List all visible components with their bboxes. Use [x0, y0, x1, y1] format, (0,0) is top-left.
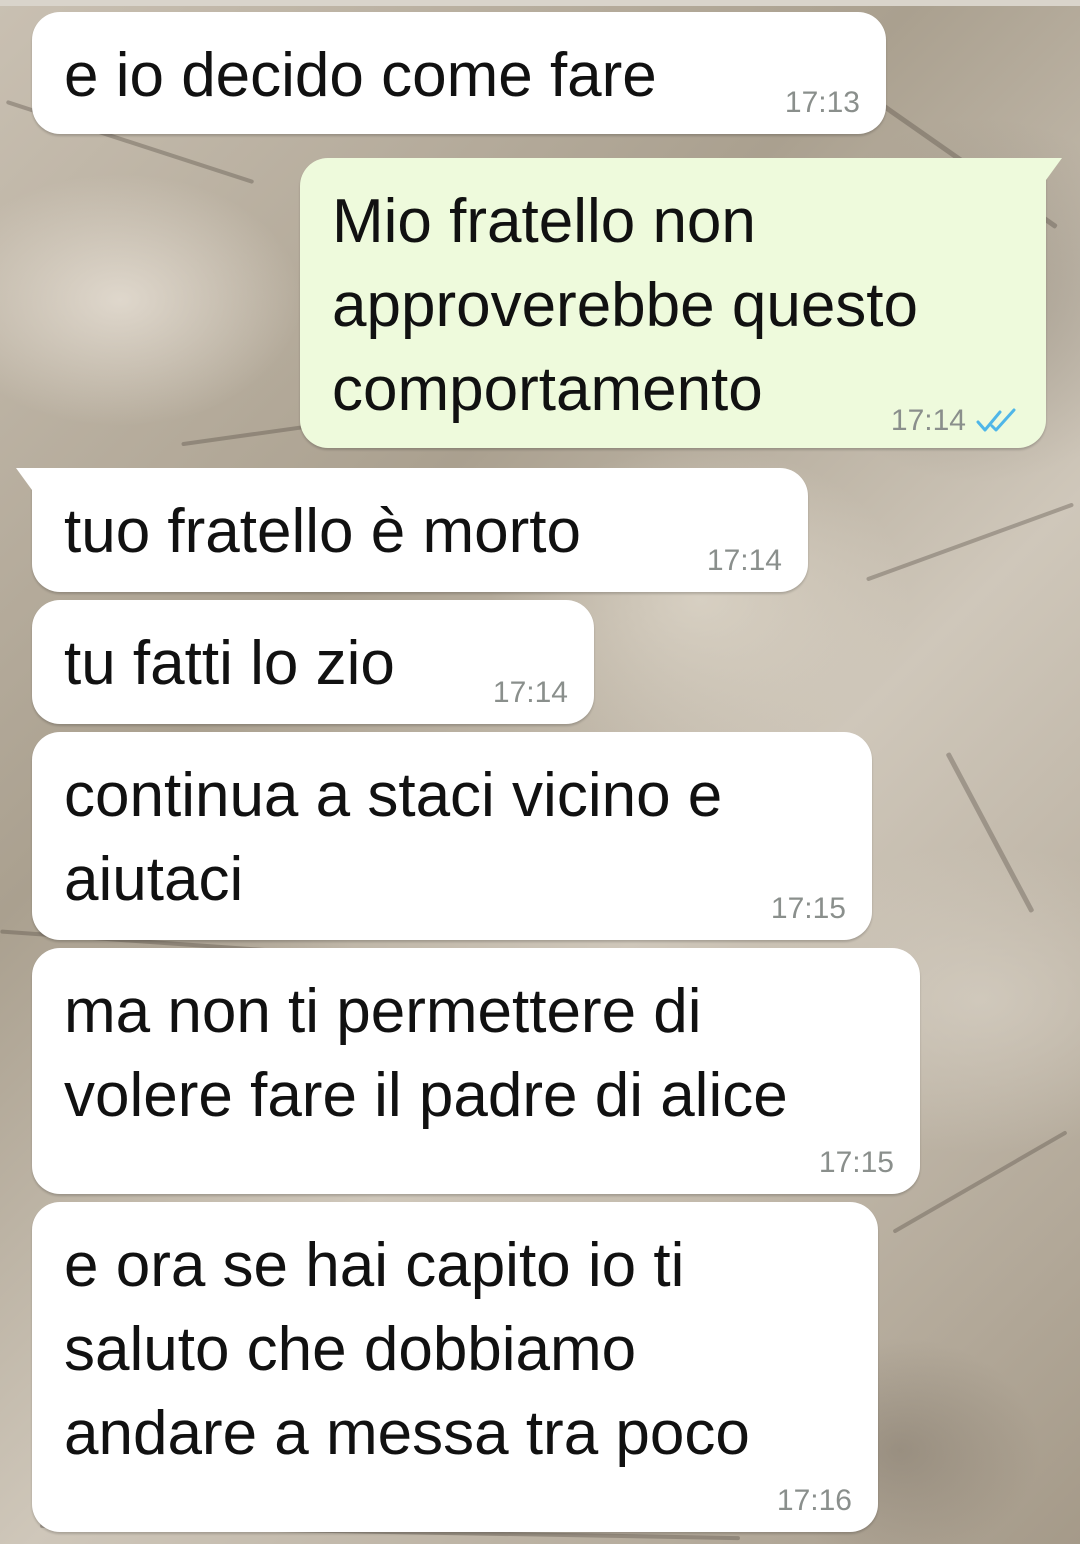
incoming-message[interactable]: tuo fratello è morto 17:14: [16, 468, 808, 592]
incoming-message[interactable]: continua a staci vicino e aiutaci 17:15: [32, 732, 872, 940]
incoming-message[interactable]: ma non ti permettere di volere fare il p…: [32, 948, 920, 1194]
wallpaper-crack: [945, 751, 1035, 914]
message-meta: 17:15: [819, 1146, 894, 1180]
outgoing-message[interactable]: Mio fratello non approverebbe questo com…: [300, 158, 1062, 448]
message-time: 17:15: [818, 1146, 894, 1179]
message-text: tu fatti lo zio: [64, 629, 395, 698]
message-meta: 17:14: [493, 676, 568, 710]
message-text: Mio fratello non approverebbe questo com…: [332, 187, 919, 424]
wallpaper-crack: [865, 502, 1075, 582]
message-text: e io decido come fare: [64, 41, 657, 110]
incoming-message[interactable]: e ora se hai capito io ti saluto che dob…: [32, 1202, 878, 1532]
message-meta: 17:15: [771, 892, 846, 926]
message-meta: 17:16: [777, 1484, 852, 1518]
message-text: tuo fratello è morto: [64, 497, 581, 566]
message-text: ma non ti permettere di volere fare il p…: [64, 977, 788, 1130]
message-time: 17:16: [776, 1484, 852, 1517]
double-check-icon: [976, 408, 1016, 432]
message-time: 17:13: [784, 86, 860, 119]
message-time: 17:14: [706, 544, 782, 577]
message-meta: 17:13: [785, 86, 860, 120]
message-text: e ora se hai capito io ti saluto che dob…: [64, 1231, 750, 1468]
top-edge: [0, 0, 1080, 6]
message-text: continua a staci vicino e aiutaci: [64, 761, 723, 914]
message-time: 17:15: [770, 892, 846, 925]
incoming-message[interactable]: tu fatti lo zio 17:14: [32, 600, 594, 724]
message-meta: 17:14: [891, 404, 1020, 438]
message-time: 17:14: [890, 404, 966, 437]
message-meta: 17:14: [707, 544, 782, 578]
message-time: 17:14: [492, 676, 568, 709]
incoming-message[interactable]: e io decido come fare 17:13: [32, 12, 886, 134]
